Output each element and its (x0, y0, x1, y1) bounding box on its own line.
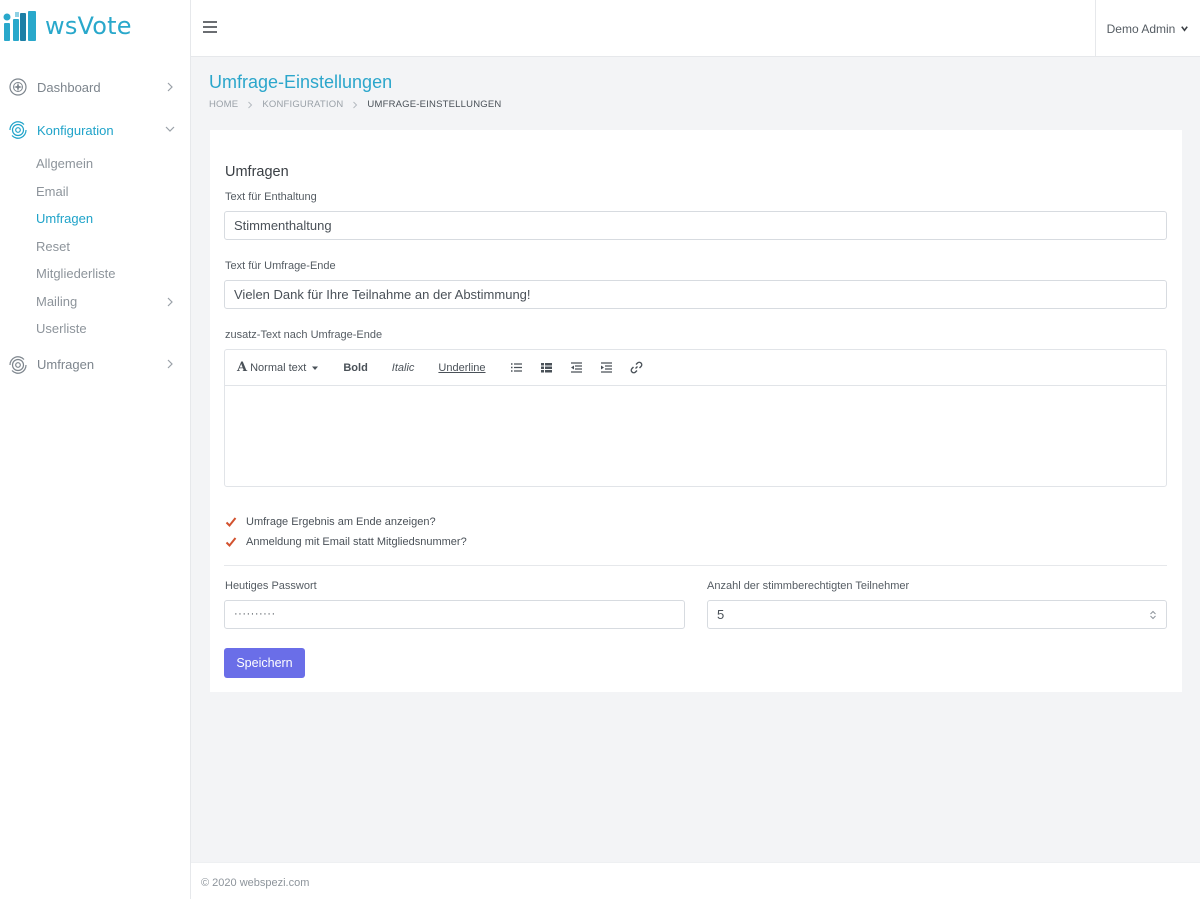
number-spinner-icon[interactable] (1148, 609, 1158, 621)
refresh-icon (8, 355, 28, 375)
participants-value: 5 (717, 607, 725, 622)
bullet-list-icon[interactable] (510, 361, 523, 374)
participants-label: Anzahl der stimmberechtigten Teilnehmer (707, 580, 910, 592)
breadcrumb-home[interactable]: HOME (209, 99, 238, 110)
user-menu[interactable]: Demo Admin (1095, 0, 1200, 57)
text-format-dropdown[interactable]: A Normal text (237, 360, 319, 375)
breadcrumb-current: UMFRAGE-EINSTELLUNGEN (367, 99, 502, 110)
user-name: Demo Admin (1106, 21, 1176, 36)
abstention-input[interactable]: Stimmenthaltung (224, 211, 1167, 240)
sidebar-subitem-umfragen[interactable]: Umfragen (36, 205, 190, 233)
divider (224, 565, 1167, 566)
settings-card: Umfragen Text für Enthaltung Stimmenthal… (210, 130, 1182, 692)
menu-toggle-icon[interactable] (201, 18, 219, 36)
sidebar-nav: Dashboard Konfiguration Allgemein Email … (0, 70, 190, 387)
brand-name: wsVote (45, 12, 132, 40)
email-login-checkbox-row[interactable]: Anmeldung mit Email statt Mitgliedsnumme… (225, 536, 467, 548)
sidebar-subitem-email[interactable]: Email (36, 178, 190, 206)
sidebar-subitem-userliste[interactable]: Userliste (36, 315, 190, 343)
checkmark-icon[interactable] (225, 516, 237, 528)
settings-icon (8, 120, 28, 140)
password-label: Heutiges Passwort (225, 580, 317, 592)
indent-icon[interactable] (600, 361, 613, 374)
sidebar-item-label: Konfiguration (37, 122, 114, 138)
save-button[interactable]: Speichern (224, 648, 305, 678)
dashboard-icon (8, 77, 28, 97)
sidebar-subitem-reset[interactable]: Reset (36, 233, 190, 261)
outdent-icon[interactable] (570, 361, 583, 374)
konfiguration-submenu: Allgemein Email Umfragen Reset Mitgliede… (0, 150, 190, 343)
email-login-label: Anmeldung mit Email statt Mitgliedsnumme… (246, 536, 467, 548)
chevron-down-icon (1181, 26, 1189, 32)
chevron-right-icon (167, 82, 173, 92)
chevron-right-icon (248, 101, 253, 108)
chevron-right-icon (167, 359, 173, 368)
sidebar-subitem-mailing[interactable]: Mailing (36, 288, 190, 316)
editor-toolbar: A Normal text Bold Italic Underline (225, 350, 1166, 386)
participants-input[interactable]: 5 (707, 600, 1167, 629)
top-bar: Demo Admin (191, 0, 1200, 57)
sidebar-item-dashboard[interactable]: Dashboard (0, 70, 190, 104)
chevron-down-icon (165, 126, 175, 132)
sidebar-subitem-allgemein[interactable]: Allgemein (36, 150, 190, 178)
show-result-label: Umfrage Ergebnis am Ende anzeigen? (246, 516, 436, 528)
end-text-label: Text für Umfrage-Ende (225, 260, 336, 272)
breadcrumb: HOME KONFIGURATION UMFRAGE-EINSTELLUNGEN (209, 99, 501, 110)
sidebar: wsVote Dashboard Konfiguration Allgemein… (0, 0, 191, 899)
sidebar-item-umfragen[interactable]: Umfragen (0, 343, 190, 387)
caret-down-icon (312, 366, 319, 370)
end-text-input[interactable]: Vielen Dank für Ihre Teilnahme an der Ab… (224, 280, 1167, 309)
chevron-right-icon (167, 297, 173, 306)
sidebar-item-label: Dashboard (37, 79, 101, 95)
sidebar-item-konfiguration[interactable]: Konfiguration (0, 110, 190, 150)
sidebar-subitem-label: Mailing (36, 293, 78, 309)
show-result-checkbox-row[interactable]: Umfrage Ergebnis am Ende anzeigen? (225, 516, 436, 528)
link-icon[interactable] (630, 361, 643, 374)
checkmark-icon[interactable] (225, 536, 237, 548)
sidebar-item-label: Umfragen (37, 357, 95, 372)
chevron-right-icon (353, 101, 358, 108)
sidebar-subitem-mitgliederliste[interactable]: Mitgliederliste (36, 260, 190, 288)
numbered-list-icon[interactable] (540, 361, 553, 374)
underline-button[interactable]: Underline (438, 362, 485, 374)
editor-content-area[interactable] (225, 386, 1166, 486)
brand[interactable]: wsVote (3, 8, 132, 44)
page-title: Umfrage-Einstellungen (209, 72, 393, 92)
rich-text-editor: A Normal text Bold Italic Underline (224, 349, 1167, 487)
breadcrumb-konfiguration[interactable]: KONFIGURATION (262, 99, 343, 110)
bold-button[interactable]: Bold (343, 362, 367, 374)
section-title: Umfragen (225, 164, 289, 180)
extra-text-label: zusatz-Text nach Umfrage-Ende (225, 329, 383, 341)
footer: © 2020 webspezi.com (191, 862, 1200, 899)
italic-button[interactable]: Italic (392, 362, 415, 374)
font-icon: A (237, 360, 248, 375)
logo-icon (3, 11, 36, 41)
abstention-label: Text für Enthaltung (225, 191, 317, 203)
text-format-value: Normal text (250, 361, 307, 374)
password-input[interactable]: ·········· (224, 600, 685, 629)
